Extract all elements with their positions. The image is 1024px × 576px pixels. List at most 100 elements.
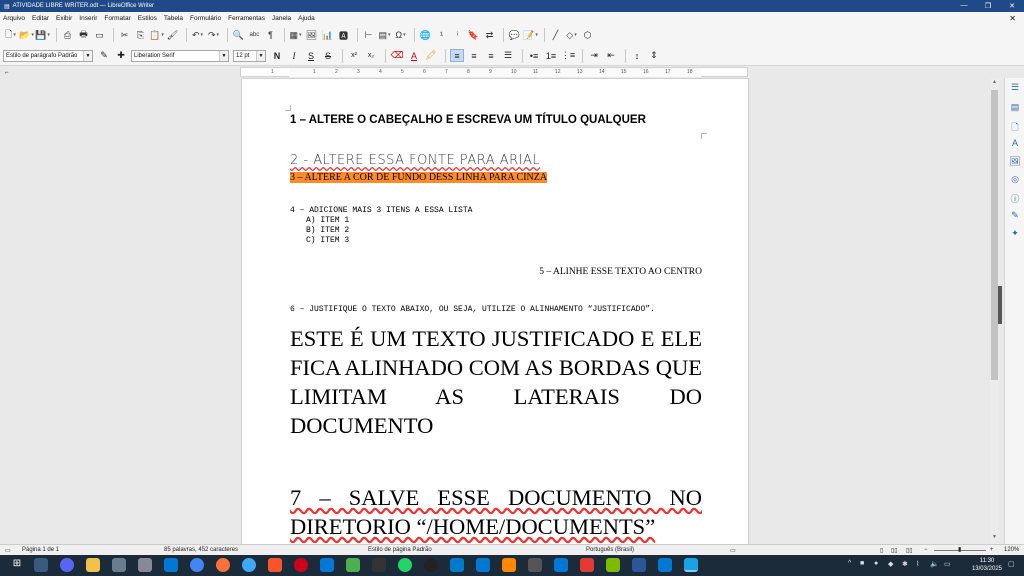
paste-icon[interactable]: 📋: [149, 29, 163, 42]
paragraph-spacing-icon[interactable]: ⇕: [647, 49, 661, 62]
vscode-icon[interactable]: [450, 558, 464, 572]
file-explorer-icon[interactable]: [86, 558, 100, 572]
multi-page-view-icon[interactable]: ▯▯: [891, 547, 898, 554]
volume-icon[interactable]: 🔈: [930, 560, 939, 568]
taskbar-app-icon[interactable]: [606, 558, 620, 572]
increase-indent-icon[interactable]: ⇥: [587, 49, 601, 62]
scrollbar-thumb[interactable]: [991, 90, 998, 380]
paragraph-style-select[interactable]: Estilo de parágrafo Padrão ▼: [3, 49, 93, 62]
taskbar-app-icon[interactable]: [164, 558, 178, 572]
doc-line-6[interactable]: 6 – JUSTIFIQUE O TEXTO ABAIXO, OU SEJA, …: [290, 305, 702, 315]
redo-icon[interactable]: ↷: [207, 29, 220, 42]
opera-icon[interactable]: [294, 558, 308, 572]
cross-reference-icon[interactable]: ⇄: [483, 29, 496, 42]
properties-icon[interactable]: ▤: [1009, 102, 1021, 114]
taskbar-app-icon[interactable]: [554, 558, 568, 572]
numbered-list-icon[interactable]: 1≡: [544, 49, 558, 62]
close-document-icon[interactable]: ✕: [1009, 14, 1016, 23]
copy-icon[interactable]: ⎘: [134, 29, 147, 42]
highlight-color-icon[interactable]: 🖍: [424, 49, 438, 62]
clone-formatting-icon[interactable]: 🖌: [166, 29, 179, 42]
tray-app-icon[interactable]: ■: [860, 560, 864, 567]
taskbar-app-icon[interactable]: [320, 558, 334, 572]
document-page[interactable]: 1 – ALTERE O CABEÇALHO E ESCREVA UM TÍTU…: [241, 78, 749, 544]
tab-stop-icon[interactable]: ⌐: [5, 70, 9, 76]
bluetooth-icon[interactable]: ✱: [902, 560, 908, 568]
subscript-button[interactable]: x₂: [364, 49, 378, 62]
bookmark-icon[interactable]: 🔖: [467, 29, 480, 42]
menu-arquivo[interactable]: Arquivo: [3, 15, 25, 22]
menu-ajuda[interactable]: Ajuda: [298, 15, 315, 22]
zoom-out-icon[interactable]: −: [924, 547, 928, 553]
taskbar-app-icon[interactable]: [112, 558, 126, 572]
chevron-down-icon[interactable]: ▼: [256, 50, 265, 61]
word-icon[interactable]: [632, 558, 646, 572]
page-break-icon[interactable]: ⊢: [362, 29, 375, 42]
font-color-icon[interactable]: A: [407, 49, 421, 62]
notification-icon[interactable]: ▢: [1008, 560, 1015, 568]
taskbar-app-icon[interactable]: [580, 558, 594, 572]
taskbar-app-icon[interactable]: [346, 558, 360, 572]
zoom-in-icon[interactable]: +: [990, 547, 994, 553]
minimize-button[interactable]: —: [952, 2, 976, 10]
save-icon[interactable]: 💾: [35, 29, 49, 42]
print-preview-icon[interactable]: ▭: [93, 29, 106, 42]
footnote-icon[interactable]: ¹: [435, 29, 448, 42]
justify-button[interactable]: ☰: [501, 49, 515, 62]
align-left-button[interactable]: ≡: [450, 49, 464, 62]
line-icon[interactable]: ╱: [549, 29, 562, 42]
page-view-icon[interactable]: ▭: [5, 547, 11, 554]
chevron-down-icon[interactable]: ▼: [83, 50, 92, 61]
cut-icon[interactable]: ✂: [118, 29, 131, 42]
clear-formatting-icon[interactable]: ⌫: [390, 49, 404, 62]
new-document-icon[interactable]: 🗋: [4, 29, 17, 42]
insert-textbox-icon[interactable]: 🅰: [337, 29, 350, 42]
doc-line-1[interactable]: 1 – ALTERE O CABEÇALHO E ESCREVA UM TÍTU…: [290, 114, 702, 126]
horizontal-ruler[interactable]: 1 1 2 3 4 5 6 7 8 9 10 11 12 13 14 15 16…: [240, 67, 748, 77]
menu-tabela[interactable]: Tabela: [164, 15, 183, 22]
decrease-indent-icon[interactable]: ⇤: [604, 49, 618, 62]
menu-editar[interactable]: Editar: [32, 15, 49, 22]
taskbar-app-icon[interactable]: [138, 558, 152, 572]
line-spacing-icon[interactable]: ↕: [630, 49, 644, 62]
font-name-select[interactable]: Liberation Serif ▼: [131, 49, 229, 62]
menu-ferramentas[interactable]: Ferramentas: [228, 15, 265, 22]
navigator-icon[interactable]: ◎: [1009, 174, 1021, 186]
start-icon[interactable]: ⊞: [10, 558, 24, 572]
open-folder-icon[interactable]: 📂: [19, 29, 33, 42]
menu-janela[interactable]: Janela: [272, 15, 291, 22]
chrome-icon[interactable]: [190, 558, 204, 572]
bullet-list-icon[interactable]: •≡: [527, 49, 541, 62]
special-character-icon[interactable]: Ω: [394, 29, 407, 42]
comment-icon[interactable]: 💬: [508, 29, 521, 42]
zoom-level[interactable]: 120%: [1004, 547, 1019, 553]
taskbar-app-icon[interactable]: [476, 558, 490, 572]
taskbar-app-icon[interactable]: [372, 558, 386, 572]
doc-line-2[interactable]: 2 - ALTERE ESSA FONTE PARA ARIAL: [290, 153, 702, 168]
justified-paragraph[interactable]: ESTE É UM TEXTO JUSTIFICADO E ELE FICA A…: [290, 324, 702, 440]
spelling-icon[interactable]: ᵃᵇᶜ: [248, 29, 261, 42]
doc-line-4[interactable]: 4 – ADICIONE MAIS 3 ITENS A ESSA LISTA: [290, 206, 702, 216]
network-icon[interactable]: ⌇: [916, 560, 919, 568]
hyperlink-icon[interactable]: 🌐: [419, 29, 432, 42]
battery-icon[interactable]: ▭: [944, 560, 951, 568]
draw-functions-icon[interactable]: ⬡: [581, 29, 594, 42]
maximize-button[interactable]: ❐: [976, 2, 1000, 10]
list-item[interactable]: C) ITEM 3: [306, 236, 718, 246]
strikethrough-button[interactable]: S: [321, 49, 335, 62]
zoom-slider-handle[interactable]: ▮: [958, 546, 961, 553]
superscript-button[interactable]: x²: [347, 49, 361, 62]
tray-app-icon[interactable]: ●: [874, 560, 878, 567]
doc-line-3[interactable]: 3 – ALTERE A COR DE FUNDO DESS LINHA PAR…: [290, 172, 702, 183]
endnote-icon[interactable]: ⁱ: [451, 29, 464, 42]
tray-app-icon[interactable]: ◆: [888, 560, 893, 568]
bold-button[interactable]: N: [270, 49, 284, 62]
styles-icon[interactable]: A: [1009, 138, 1021, 150]
new-style-icon[interactable]: ✚: [114, 49, 128, 62]
page-count[interactable]: Página 1 de 1: [22, 547, 59, 553]
document-area[interactable]: 1 – ALTERE O CABEÇALHO E ESCREVA UM TÍTU…: [0, 78, 990, 544]
insert-field-icon[interactable]: ▤: [378, 29, 391, 42]
font-size-select[interactable]: 12 pt ▼: [233, 49, 266, 62]
italic-button[interactable]: I: [287, 49, 301, 62]
discord-icon[interactable]: [60, 558, 74, 572]
